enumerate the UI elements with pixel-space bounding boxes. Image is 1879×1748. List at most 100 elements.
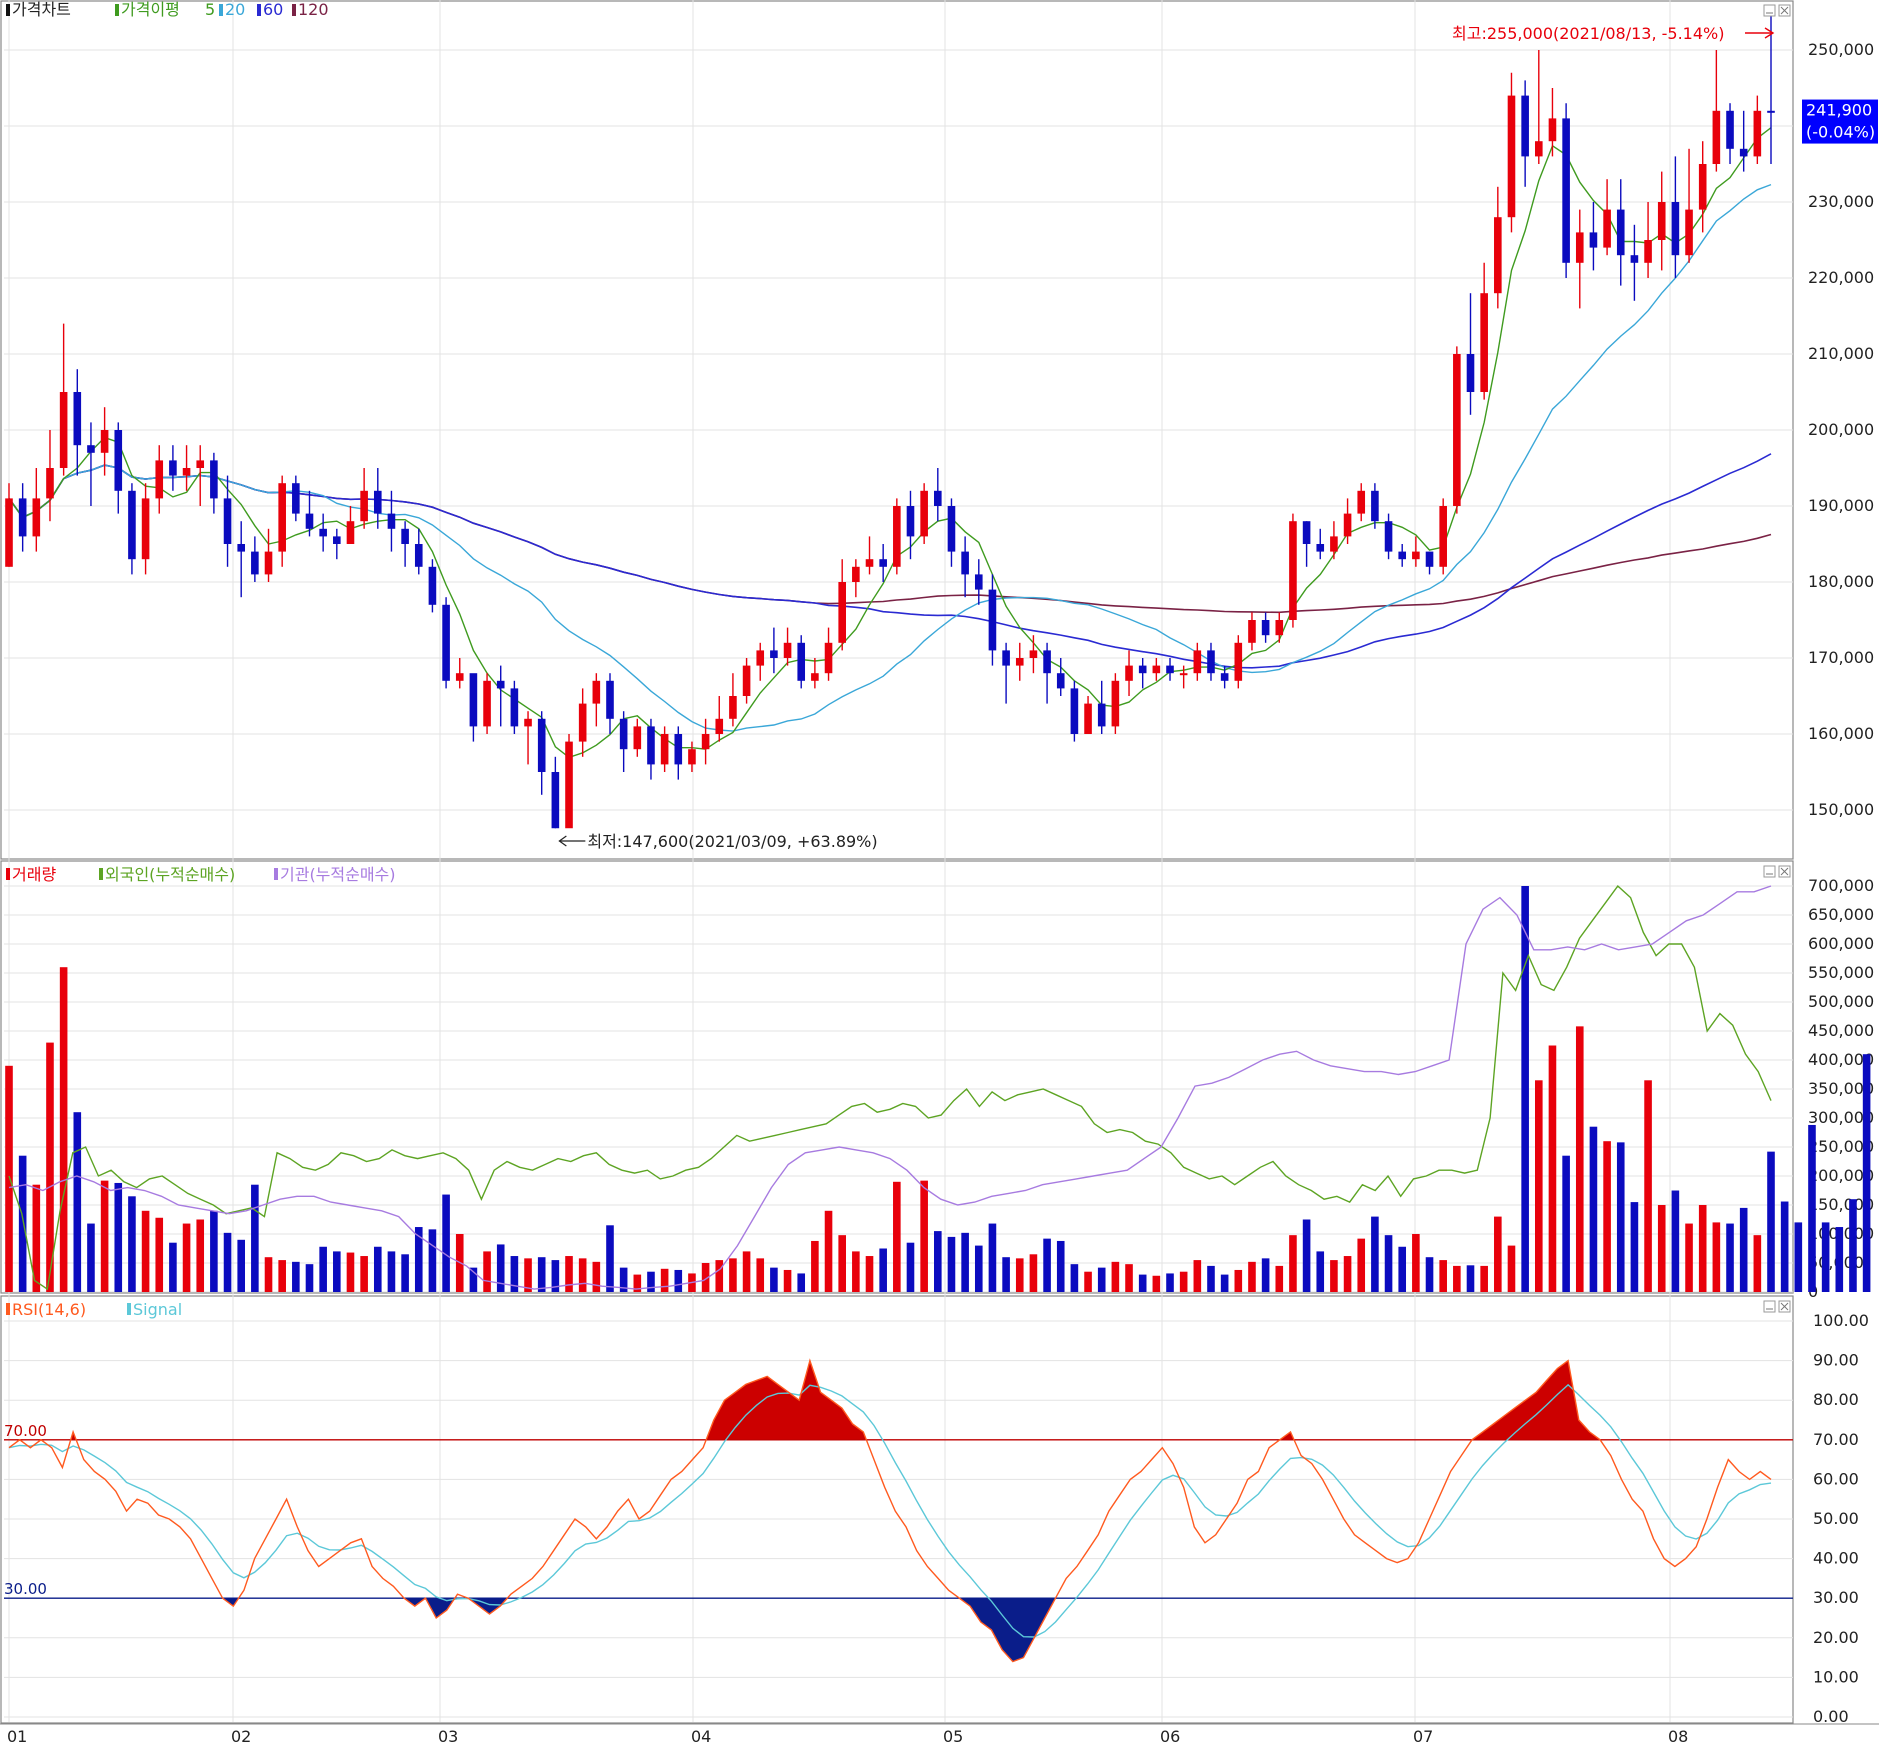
volume-bar xyxy=(1152,1275,1161,1292)
candle-body xyxy=(1343,513,1352,537)
rsi-oversold-fill xyxy=(404,1598,426,1607)
month-label: 01 xyxy=(7,1727,27,1746)
month-label: 04 xyxy=(691,1727,711,1746)
volume-bar xyxy=(879,1248,887,1292)
candle-body xyxy=(715,718,724,734)
candle-body xyxy=(537,718,546,772)
price-axis-tick: 200,000 xyxy=(1808,420,1874,439)
rsi-axis-tick: 60.00 xyxy=(1813,1469,1859,1488)
volume-bar xyxy=(660,1268,669,1292)
volume-bar xyxy=(18,1155,27,1292)
volume-bar xyxy=(797,1273,806,1292)
legend-marker xyxy=(6,4,10,16)
candle-body xyxy=(1507,95,1516,218)
candle-body xyxy=(155,460,164,499)
price-axis-tick: 250,000 xyxy=(1808,40,1874,59)
legend-marker xyxy=(292,4,296,16)
price-axis-tick: 170,000 xyxy=(1808,648,1874,667)
candle-body xyxy=(414,544,423,567)
volume-bar xyxy=(387,1251,396,1292)
volume-axis-tick: 700,000 xyxy=(1808,876,1874,895)
candle-body xyxy=(1494,217,1502,294)
candle-body xyxy=(756,650,765,666)
candle-body xyxy=(237,544,246,552)
volume-bar xyxy=(1726,1223,1734,1292)
rsi-axis-tick: 50.00 xyxy=(1813,1509,1859,1528)
candle-body xyxy=(729,696,737,719)
candle-body xyxy=(496,680,505,689)
candle-body xyxy=(1043,650,1051,674)
volume-bar xyxy=(5,1065,13,1292)
rsi-legend-item: Signal xyxy=(133,1300,182,1319)
candle-body xyxy=(1521,95,1529,157)
legend-marker xyxy=(127,1303,131,1315)
candle-body xyxy=(770,650,778,658)
volume-bar xyxy=(934,1231,942,1292)
candle-body xyxy=(934,490,942,506)
candle-body xyxy=(606,680,614,719)
volume-bar xyxy=(1494,1216,1502,1292)
rsi-axis-tick: 30.00 xyxy=(1813,1588,1859,1607)
panel-minimize-button[interactable] xyxy=(1763,1300,1776,1313)
rsi-axis-tick: 100.00 xyxy=(1813,1311,1869,1330)
candle-body xyxy=(1644,240,1652,263)
candle-body xyxy=(565,741,573,829)
volume-bar xyxy=(1849,1199,1857,1292)
volume-bar xyxy=(674,1269,683,1292)
volume-bar xyxy=(1138,1274,1147,1292)
candle-body xyxy=(742,665,751,696)
volume-bar xyxy=(729,1258,737,1292)
candle-body xyxy=(210,460,218,499)
candle-body xyxy=(1398,551,1407,560)
volume-bar xyxy=(1398,1246,1407,1292)
volume-bar xyxy=(237,1239,246,1292)
volume-bar xyxy=(1507,1245,1516,1292)
volume-bar xyxy=(1739,1207,1748,1292)
candle-body xyxy=(128,490,136,560)
rsi-axis-tick: 20.00 xyxy=(1813,1628,1859,1647)
candle-body xyxy=(1193,650,1202,674)
high-annotation: 최고:255,000(2021/08/13, -5.14%) xyxy=(1452,24,1724,43)
month-label: 06 xyxy=(1160,1727,1180,1746)
candle-body xyxy=(1425,551,1434,567)
volume-bar xyxy=(715,1260,724,1292)
legend-ma-period: 5 xyxy=(205,0,215,19)
candle-body xyxy=(1698,164,1707,210)
rsi-axis-tick: 80.00 xyxy=(1813,1390,1859,1409)
volume-bar xyxy=(401,1254,409,1292)
candle-body xyxy=(1589,232,1598,248)
volume-bar xyxy=(210,1210,218,1292)
volume-bar xyxy=(1043,1238,1051,1292)
volume-bar xyxy=(1534,1080,1543,1292)
volume-bar xyxy=(1220,1274,1229,1292)
candle-body xyxy=(278,483,286,552)
candle-body xyxy=(469,673,478,727)
candle-body xyxy=(674,734,683,765)
volume-bar xyxy=(1302,1219,1311,1292)
candle-body xyxy=(988,589,997,651)
volume-bar xyxy=(578,1258,587,1292)
candle-body xyxy=(1739,148,1748,157)
candle-body xyxy=(59,392,68,468)
legend-marker xyxy=(219,4,223,16)
panel-minimize-button[interactable] xyxy=(1763,865,1776,878)
candle-body xyxy=(1439,506,1447,567)
volume-bar xyxy=(1808,1124,1816,1292)
candle-body xyxy=(1466,354,1475,392)
rsi-oversold-fill xyxy=(468,1598,508,1614)
volume-bar xyxy=(1248,1261,1256,1292)
rsi-axis-tick: 40.00 xyxy=(1813,1549,1859,1568)
candle-body xyxy=(1111,680,1120,727)
volume-bar xyxy=(1371,1216,1379,1292)
candle-body xyxy=(647,726,655,765)
candle-body xyxy=(1029,650,1038,658)
legend-marker xyxy=(6,1303,10,1315)
candle-body xyxy=(1316,544,1325,552)
volume-bar xyxy=(1097,1267,1106,1292)
candle-body xyxy=(1453,354,1461,506)
rsi-oversold-label: 30.00 xyxy=(4,1580,47,1598)
volume-bar xyxy=(1207,1265,1215,1292)
volume-bar xyxy=(1234,1269,1243,1292)
ma120-line xyxy=(8,464,1772,614)
panel-minimize-button[interactable] xyxy=(1763,4,1776,17)
